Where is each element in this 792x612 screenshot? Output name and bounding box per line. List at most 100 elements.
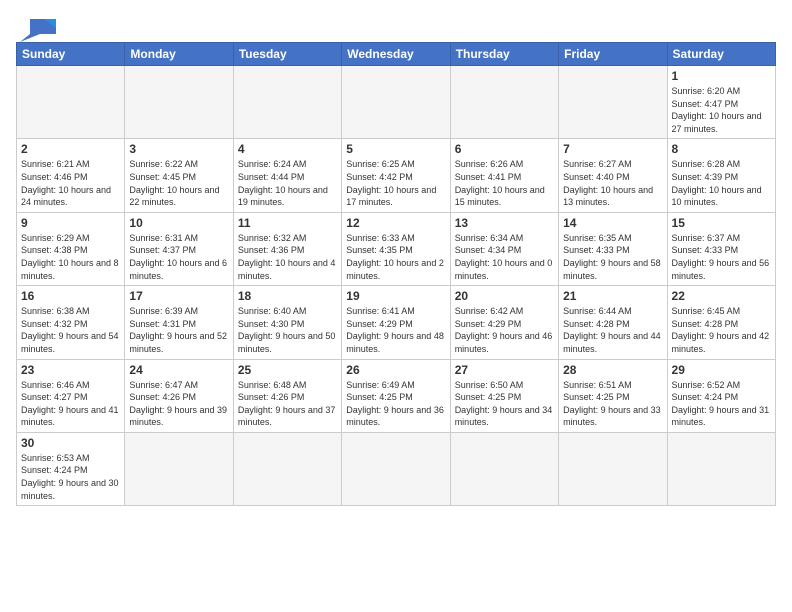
day-info: Sunrise: 6:50 AM Sunset: 4:25 PM Dayligh… — [455, 379, 554, 429]
day-info: Sunrise: 6:32 AM Sunset: 4:36 PM Dayligh… — [238, 232, 337, 282]
day-info: Sunrise: 6:33 AM Sunset: 4:35 PM Dayligh… — [346, 232, 445, 282]
calendar-cell: 22Sunrise: 6:45 AM Sunset: 4:28 PM Dayli… — [667, 286, 775, 359]
day-number: 5 — [346, 142, 445, 156]
calendar-cell: 11Sunrise: 6:32 AM Sunset: 4:36 PM Dayli… — [233, 212, 341, 285]
calendar-cell: 21 Sunrise: 6:44 AM Sunset: 4:28 PM Dayli… — [559, 286, 667, 359]
calendar-week-2: 9 Sunrise: 6:29 AM Sunset: 4:38 PM Daylig… — [17, 212, 776, 285]
day-info: Sunrise: 6:22 AM Sunset: 4:45 PM Dayligh… — [129, 158, 228, 208]
calendar-cell: 6 Sunrise: 6:26 AM Sunset: 4:41 PM Daylig… — [450, 139, 558, 212]
day-number: 3 — [129, 142, 228, 156]
calendar-cell: 15Sunrise: 6:37 AM Sunset: 4:33 PM Dayli… — [667, 212, 775, 285]
day-info: Sunrise: 6:31 AM Sunset: 4:37 PM Dayligh… — [129, 232, 228, 282]
calendar-cell — [342, 66, 450, 139]
calendar-cell: 7 Sunrise: 6:27 AM Sunset: 4:40 PM Daylig… — [559, 139, 667, 212]
calendar-cell: 29Sunrise: 6:52 AM Sunset: 4:24 PM Dayli… — [667, 359, 775, 432]
calendar-header-row: SundayMondayTuesdayWednesdayThursdayFrid… — [17, 43, 776, 66]
calendar-cell: 3 Sunrise: 6:22 AM Sunset: 4:45 PM Daylig… — [125, 139, 233, 212]
calendar-week-4: 23 Sunrise: 6:46 AM Sunset: 4:27 PM Dayli… — [17, 359, 776, 432]
day-info: Sunrise: 6:53 AM Sunset: 4:24 PM Dayligh… — [21, 452, 120, 502]
calendar-header-thursday: Thursday — [450, 43, 558, 66]
day-info: Sunrise: 6:38 AM Sunset: 4:32 PM Dayligh… — [21, 305, 120, 355]
day-number: 2 — [21, 142, 120, 156]
calendar-cell: 25Sunrise: 6:48 AM Sunset: 4:26 PM Dayli… — [233, 359, 341, 432]
day-info: Sunrise: 6:26 AM Sunset: 4:41 PM Dayligh… — [455, 158, 554, 208]
day-number: 13 — [455, 216, 554, 230]
calendar-cell: 17 Sunrise: 6:39 AM Sunset: 4:31 PM Dayli… — [125, 286, 233, 359]
day-info: Sunrise: 6:29 AM Sunset: 4:38 PM Dayligh… — [21, 232, 120, 282]
calendar-cell: 26 Sunrise: 6:49 AM Sunset: 4:25 PM Dayli… — [342, 359, 450, 432]
day-info: Sunrise: 6:49 AM Sunset: 4:25 PM Dayligh… — [346, 379, 445, 429]
day-info: Sunrise: 6:27 AM Sunset: 4:40 PM Dayligh… — [563, 158, 662, 208]
day-number: 28 — [563, 363, 662, 377]
calendar-cell: 1Sunrise: 6:20 AM Sunset: 4:47 PM Daylig… — [667, 66, 775, 139]
day-number: 17 — [129, 289, 228, 303]
day-number: 29 — [672, 363, 771, 377]
calendar-cell — [233, 432, 341, 505]
calendar-week-1: 2 Sunrise: 6:21 AM Sunset: 4:46 PM Daylig… — [17, 139, 776, 212]
day-number: 16 — [21, 289, 120, 303]
calendar: SundayMondayTuesdayWednesdayThursdayFrid… — [16, 42, 776, 506]
calendar-header-friday: Friday — [559, 43, 667, 66]
calendar-cell: 19 Sunrise: 6:41 AM Sunset: 4:29 PM Dayli… — [342, 286, 450, 359]
calendar-header-monday: Monday — [125, 43, 233, 66]
calendar-header-tuesday: Tuesday — [233, 43, 341, 66]
calendar-cell: 9 Sunrise: 6:29 AM Sunset: 4:38 PM Daylig… — [17, 212, 125, 285]
calendar-header-saturday: Saturday — [667, 43, 775, 66]
day-info: Sunrise: 6:39 AM Sunset: 4:31 PM Dayligh… — [129, 305, 228, 355]
calendar-week-3: 16 Sunrise: 6:38 AM Sunset: 4:32 PM Dayli… — [17, 286, 776, 359]
calendar-cell — [233, 66, 341, 139]
calendar-cell: 2 Sunrise: 6:21 AM Sunset: 4:46 PM Daylig… — [17, 139, 125, 212]
calendar-cell — [559, 66, 667, 139]
calendar-cell: 30Sunrise: 6:53 AM Sunset: 4:24 PM Dayli… — [17, 432, 125, 505]
day-info: Sunrise: 6:21 AM Sunset: 4:46 PM Dayligh… — [21, 158, 120, 208]
calendar-cell: 20 Sunrise: 6:42 AM Sunset: 4:29 PM Dayli… — [450, 286, 558, 359]
day-number: 26 — [346, 363, 445, 377]
day-number: 9 — [21, 216, 120, 230]
calendar-header-sunday: Sunday — [17, 43, 125, 66]
day-info: Sunrise: 6:40 AM Sunset: 4:30 PM Dayligh… — [238, 305, 337, 355]
day-info: Sunrise: 6:44 AM Sunset: 4:28 PM Dayligh… — [563, 305, 662, 355]
calendar-cell: 4 Sunrise: 6:24 AM Sunset: 4:44 PM Daylig… — [233, 139, 341, 212]
day-number: 19 — [346, 289, 445, 303]
calendar-cell: 10Sunrise: 6:31 AM Sunset: 4:37 PM Dayli… — [125, 212, 233, 285]
day-number: 21 — [563, 289, 662, 303]
day-info: Sunrise: 6:47 AM Sunset: 4:26 PM Dayligh… — [129, 379, 228, 429]
calendar-week-5: 30Sunrise: 6:53 AM Sunset: 4:24 PM Dayli… — [17, 432, 776, 505]
calendar-cell — [559, 432, 667, 505]
day-number: 6 — [455, 142, 554, 156]
day-number: 8 — [672, 142, 771, 156]
day-number: 22 — [672, 289, 771, 303]
day-number: 1 — [672, 69, 771, 83]
calendar-cell: 8Sunrise: 6:28 AM Sunset: 4:39 PM Daylig… — [667, 139, 775, 212]
calendar-cell — [342, 432, 450, 505]
logo — [16, 14, 56, 36]
calendar-cell — [450, 66, 558, 139]
calendar-week-0: 1Sunrise: 6:20 AM Sunset: 4:47 PM Daylig… — [17, 66, 776, 139]
day-number: 18 — [238, 289, 337, 303]
day-number: 14 — [563, 216, 662, 230]
day-info: Sunrise: 6:46 AM Sunset: 4:27 PM Dayligh… — [21, 379, 120, 429]
day-number: 23 — [21, 363, 120, 377]
calendar-cell: 27 Sunrise: 6:50 AM Sunset: 4:25 PM Dayli… — [450, 359, 558, 432]
calendar-cell — [450, 432, 558, 505]
day-info: Sunrise: 6:24 AM Sunset: 4:44 PM Dayligh… — [238, 158, 337, 208]
page: SundayMondayTuesdayWednesdayThursdayFrid… — [0, 0, 792, 516]
calendar-cell: 28Sunrise: 6:51 AM Sunset: 4:25 PM Dayli… — [559, 359, 667, 432]
day-info: Sunrise: 6:25 AM Sunset: 4:42 PM Dayligh… — [346, 158, 445, 208]
day-number: 27 — [455, 363, 554, 377]
day-number: 4 — [238, 142, 337, 156]
calendar-cell: 24 Sunrise: 6:47 AM Sunset: 4:26 PM Dayli… — [125, 359, 233, 432]
day-info: Sunrise: 6:41 AM Sunset: 4:29 PM Dayligh… — [346, 305, 445, 355]
day-info: Sunrise: 6:37 AM Sunset: 4:33 PM Dayligh… — [672, 232, 771, 282]
calendar-cell — [125, 432, 233, 505]
day-number: 7 — [563, 142, 662, 156]
calendar-header-wednesday: Wednesday — [342, 43, 450, 66]
day-number: 24 — [129, 363, 228, 377]
day-info: Sunrise: 6:34 AM Sunset: 4:34 PM Dayligh… — [455, 232, 554, 282]
calendar-cell: 18 Sunrise: 6:40 AM Sunset: 4:30 PM Dayli… — [233, 286, 341, 359]
day-number: 20 — [455, 289, 554, 303]
day-info: Sunrise: 6:42 AM Sunset: 4:29 PM Dayligh… — [455, 305, 554, 355]
calendar-cell — [125, 66, 233, 139]
calendar-cell: 14Sunrise: 6:35 AM Sunset: 4:33 PM Dayli… — [559, 212, 667, 285]
calendar-cell — [17, 66, 125, 139]
